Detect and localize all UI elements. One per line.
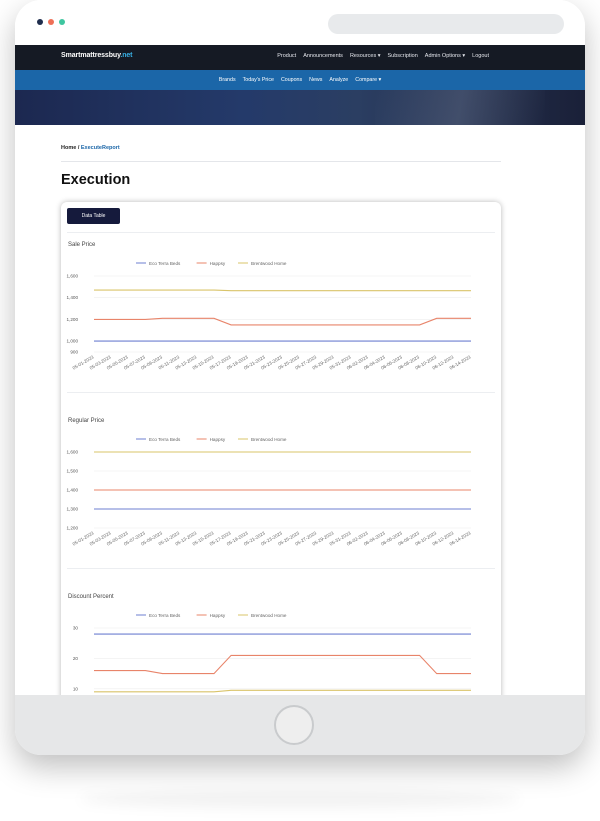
subnav-news[interactable]: News: [309, 77, 322, 83]
y-tick-label: 20: [73, 656, 79, 661]
legend-label: Happsy: [210, 261, 226, 266]
y-tick-label: 1,600: [67, 274, 79, 279]
legend-label: Brentwood Home: [251, 437, 287, 442]
legend-label: Eco Terra Beds: [149, 613, 181, 618]
sub-navbar: Brands Today's Price Coupons News Analyz…: [15, 70, 585, 90]
y-tick-label: 1,200: [67, 317, 79, 322]
card-divider: [67, 232, 495, 233]
device-floor-shadow: [80, 790, 520, 808]
browser-top-bar: [15, 0, 585, 45]
top-navbar: Smartmattressbuy.net Product Announcemen…: [15, 45, 585, 70]
chart-title-discount-percent: Discount Percent: [68, 594, 114, 600]
brand-name: Smartmattressbuy: [61, 52, 121, 59]
y-tick-label: 1,600: [67, 450, 79, 455]
y-tick-label: 1,200: [67, 526, 79, 531]
legend-label: Happsy: [210, 613, 226, 618]
breadcrumb-current: ExecuteReport: [80, 145, 120, 151]
subnav-analyze[interactable]: Analyze: [329, 77, 348, 83]
card-divider: [67, 392, 495, 393]
chart-title-regular-price: Regular Price: [68, 418, 105, 424]
nav-announcements[interactable]: Announcements: [303, 53, 343, 59]
y-tick-label: 1,400: [67, 488, 79, 493]
nav-logout[interactable]: Logout: [472, 53, 489, 59]
page-title: Execution: [61, 172, 131, 188]
breadcrumb-separator: /: [77, 145, 80, 151]
window-dot-green-icon: [59, 19, 65, 25]
main-content: Home / ExecuteReport Execution Data Tabl…: [61, 145, 501, 695]
nav-subscription[interactable]: Subscription: [388, 53, 418, 59]
window-dot-red-icon: [48, 19, 54, 25]
nav-admin-options[interactable]: Admin Options ▾: [425, 53, 465, 59]
card-divider: [67, 568, 495, 569]
y-tick-label: 1,300: [67, 507, 79, 512]
regular-price-chart: Eco Terra Beds Happsy Brentwood Home 1,200 1…: [67, 437, 472, 547]
window-dots: [37, 19, 65, 25]
brand-tld: .net: [120, 52, 133, 59]
window-dot-dark-icon: [37, 19, 43, 25]
top-menu: Product Announcements Resources ▾ Subscr…: [277, 53, 489, 59]
tablet-bezel-bottom: [15, 695, 585, 755]
legend-label: Eco Terra Beds: [149, 261, 181, 266]
discount-percent-chart: Eco Terra Beds Happsy Brentwood Home 10 20 30…: [73, 613, 471, 693]
series-line: [94, 289, 471, 292]
breadcrumb: Home / ExecuteReport: [61, 145, 501, 151]
hero-banner: [15, 90, 585, 125]
nav-resources[interactable]: Resources ▾: [350, 53, 381, 59]
report-card: Data Table Sale Price Eco Terra Beds Happ…: [61, 202, 501, 695]
website-screen: Smartmattressbuy.net Product Announcemen…: [15, 45, 585, 695]
legend-label: Brentwood Home: [251, 261, 287, 266]
chart-title-sale-price: Sale Price: [68, 242, 96, 248]
home-button[interactable]: [274, 705, 314, 745]
y-tick-label: 30: [73, 626, 79, 631]
subnav-compare[interactable]: Compare ▾: [355, 77, 381, 83]
tablet-frame: Smartmattressbuy.net Product Announcemen…: [15, 0, 585, 755]
breadcrumb-home[interactable]: Home: [61, 145, 76, 151]
subnav-todays-price[interactable]: Today's Price: [243, 77, 274, 83]
breadcrumb-divider: [61, 161, 501, 162]
series-line: [94, 689, 471, 693]
subnav-brands[interactable]: Brands: [219, 77, 236, 83]
y-tick-label: 1,400: [67, 295, 79, 300]
nav-product[interactable]: Product: [277, 53, 296, 59]
y-tick-label: 10: [73, 686, 79, 691]
address-bar[interactable]: [328, 14, 564, 34]
legend-label: Happsy: [210, 437, 226, 442]
sale-price-chart: Eco Terra Beds Happsy Brentwood Home 900 1,0…: [67, 261, 472, 371]
data-table-button[interactable]: Data Table: [67, 208, 120, 224]
y-tick-label: 900: [70, 350, 78, 355]
legend-label: Brentwood Home: [251, 613, 287, 618]
site-logo[interactable]: Smartmattressbuy.net: [61, 52, 133, 59]
y-tick-label: 1,000: [67, 339, 79, 344]
legend-label: Eco Terra Beds: [149, 437, 181, 442]
subnav-coupons[interactable]: Coupons: [281, 77, 302, 83]
y-tick-label: 1,500: [67, 469, 79, 474]
